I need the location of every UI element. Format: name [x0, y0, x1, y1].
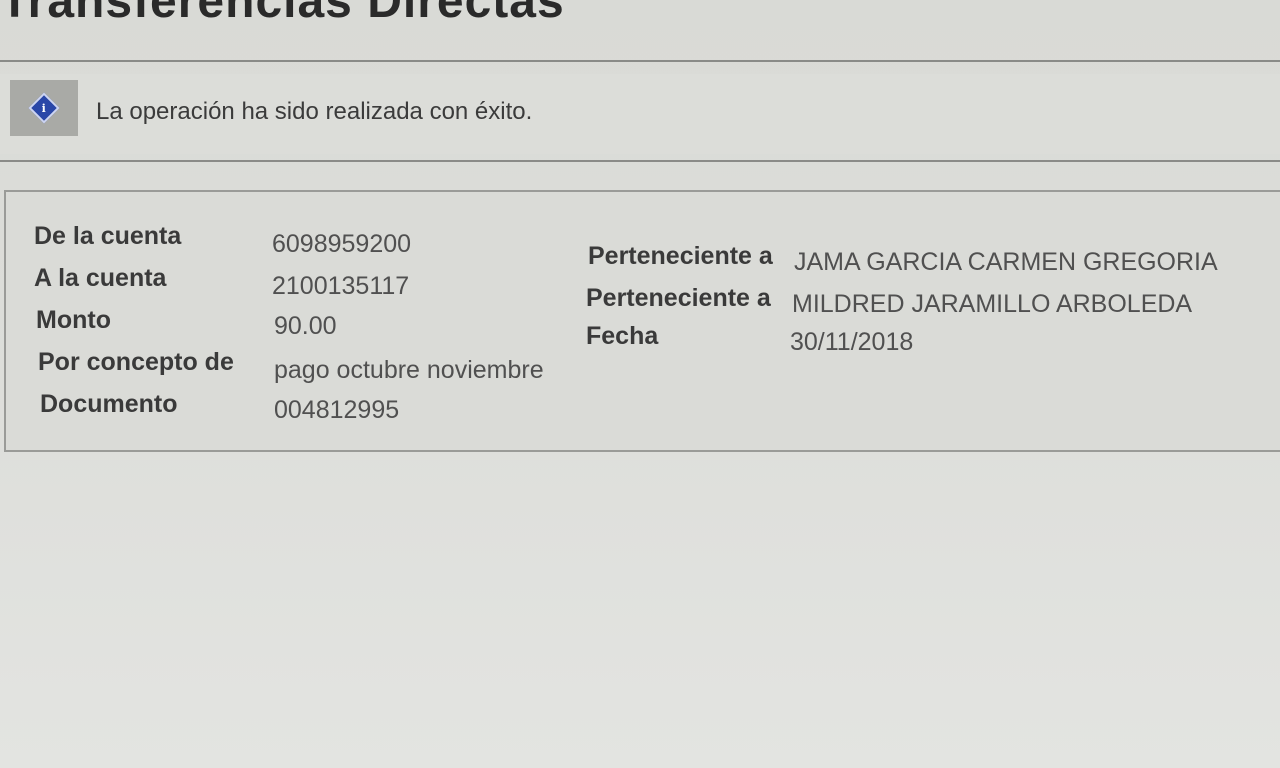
date-label: Fecha: [586, 322, 659, 350]
amount-value: 90.00: [274, 312, 337, 340]
concept-label: Por concepto de: [38, 348, 234, 376]
divider: [0, 160, 1280, 162]
amount-label: Monto: [36, 306, 111, 334]
info-icon: i: [28, 92, 60, 124]
from-owner-label: Perteneciente a: [588, 242, 773, 270]
to-account-value: 2100135117: [272, 272, 410, 300]
document-value: 004812995: [274, 396, 400, 424]
success-message: La operación ha sido realizada con éxito…: [96, 98, 533, 125]
to-owner-value: MILDRED JARAMILLO ARBOLEDA: [792, 290, 1193, 318]
from-account-value: 6098959200: [272, 230, 412, 258]
to-account-label: A la cuenta: [34, 264, 167, 292]
info-icon-container: i: [10, 80, 78, 136]
divider: [0, 60, 1280, 62]
concept-value: pago octubre noviembre: [274, 356, 544, 384]
success-message-bar: i La operación ha sido realizada con éxi…: [0, 74, 1280, 154]
document-label: Documento: [40, 390, 178, 418]
page-title: Transferencias Directas: [0, 0, 565, 28]
from-owner-value: JAMA GARCIA CARMEN GREGORIA: [794, 248, 1218, 276]
date-value: 30/11/2018: [790, 328, 914, 356]
transfer-details-panel: De la cuenta 6098959200 A la cuenta 2100…: [4, 190, 1280, 452]
to-owner-label: Perteneciente a: [586, 284, 771, 312]
from-account-label: De la cuenta: [34, 222, 182, 250]
